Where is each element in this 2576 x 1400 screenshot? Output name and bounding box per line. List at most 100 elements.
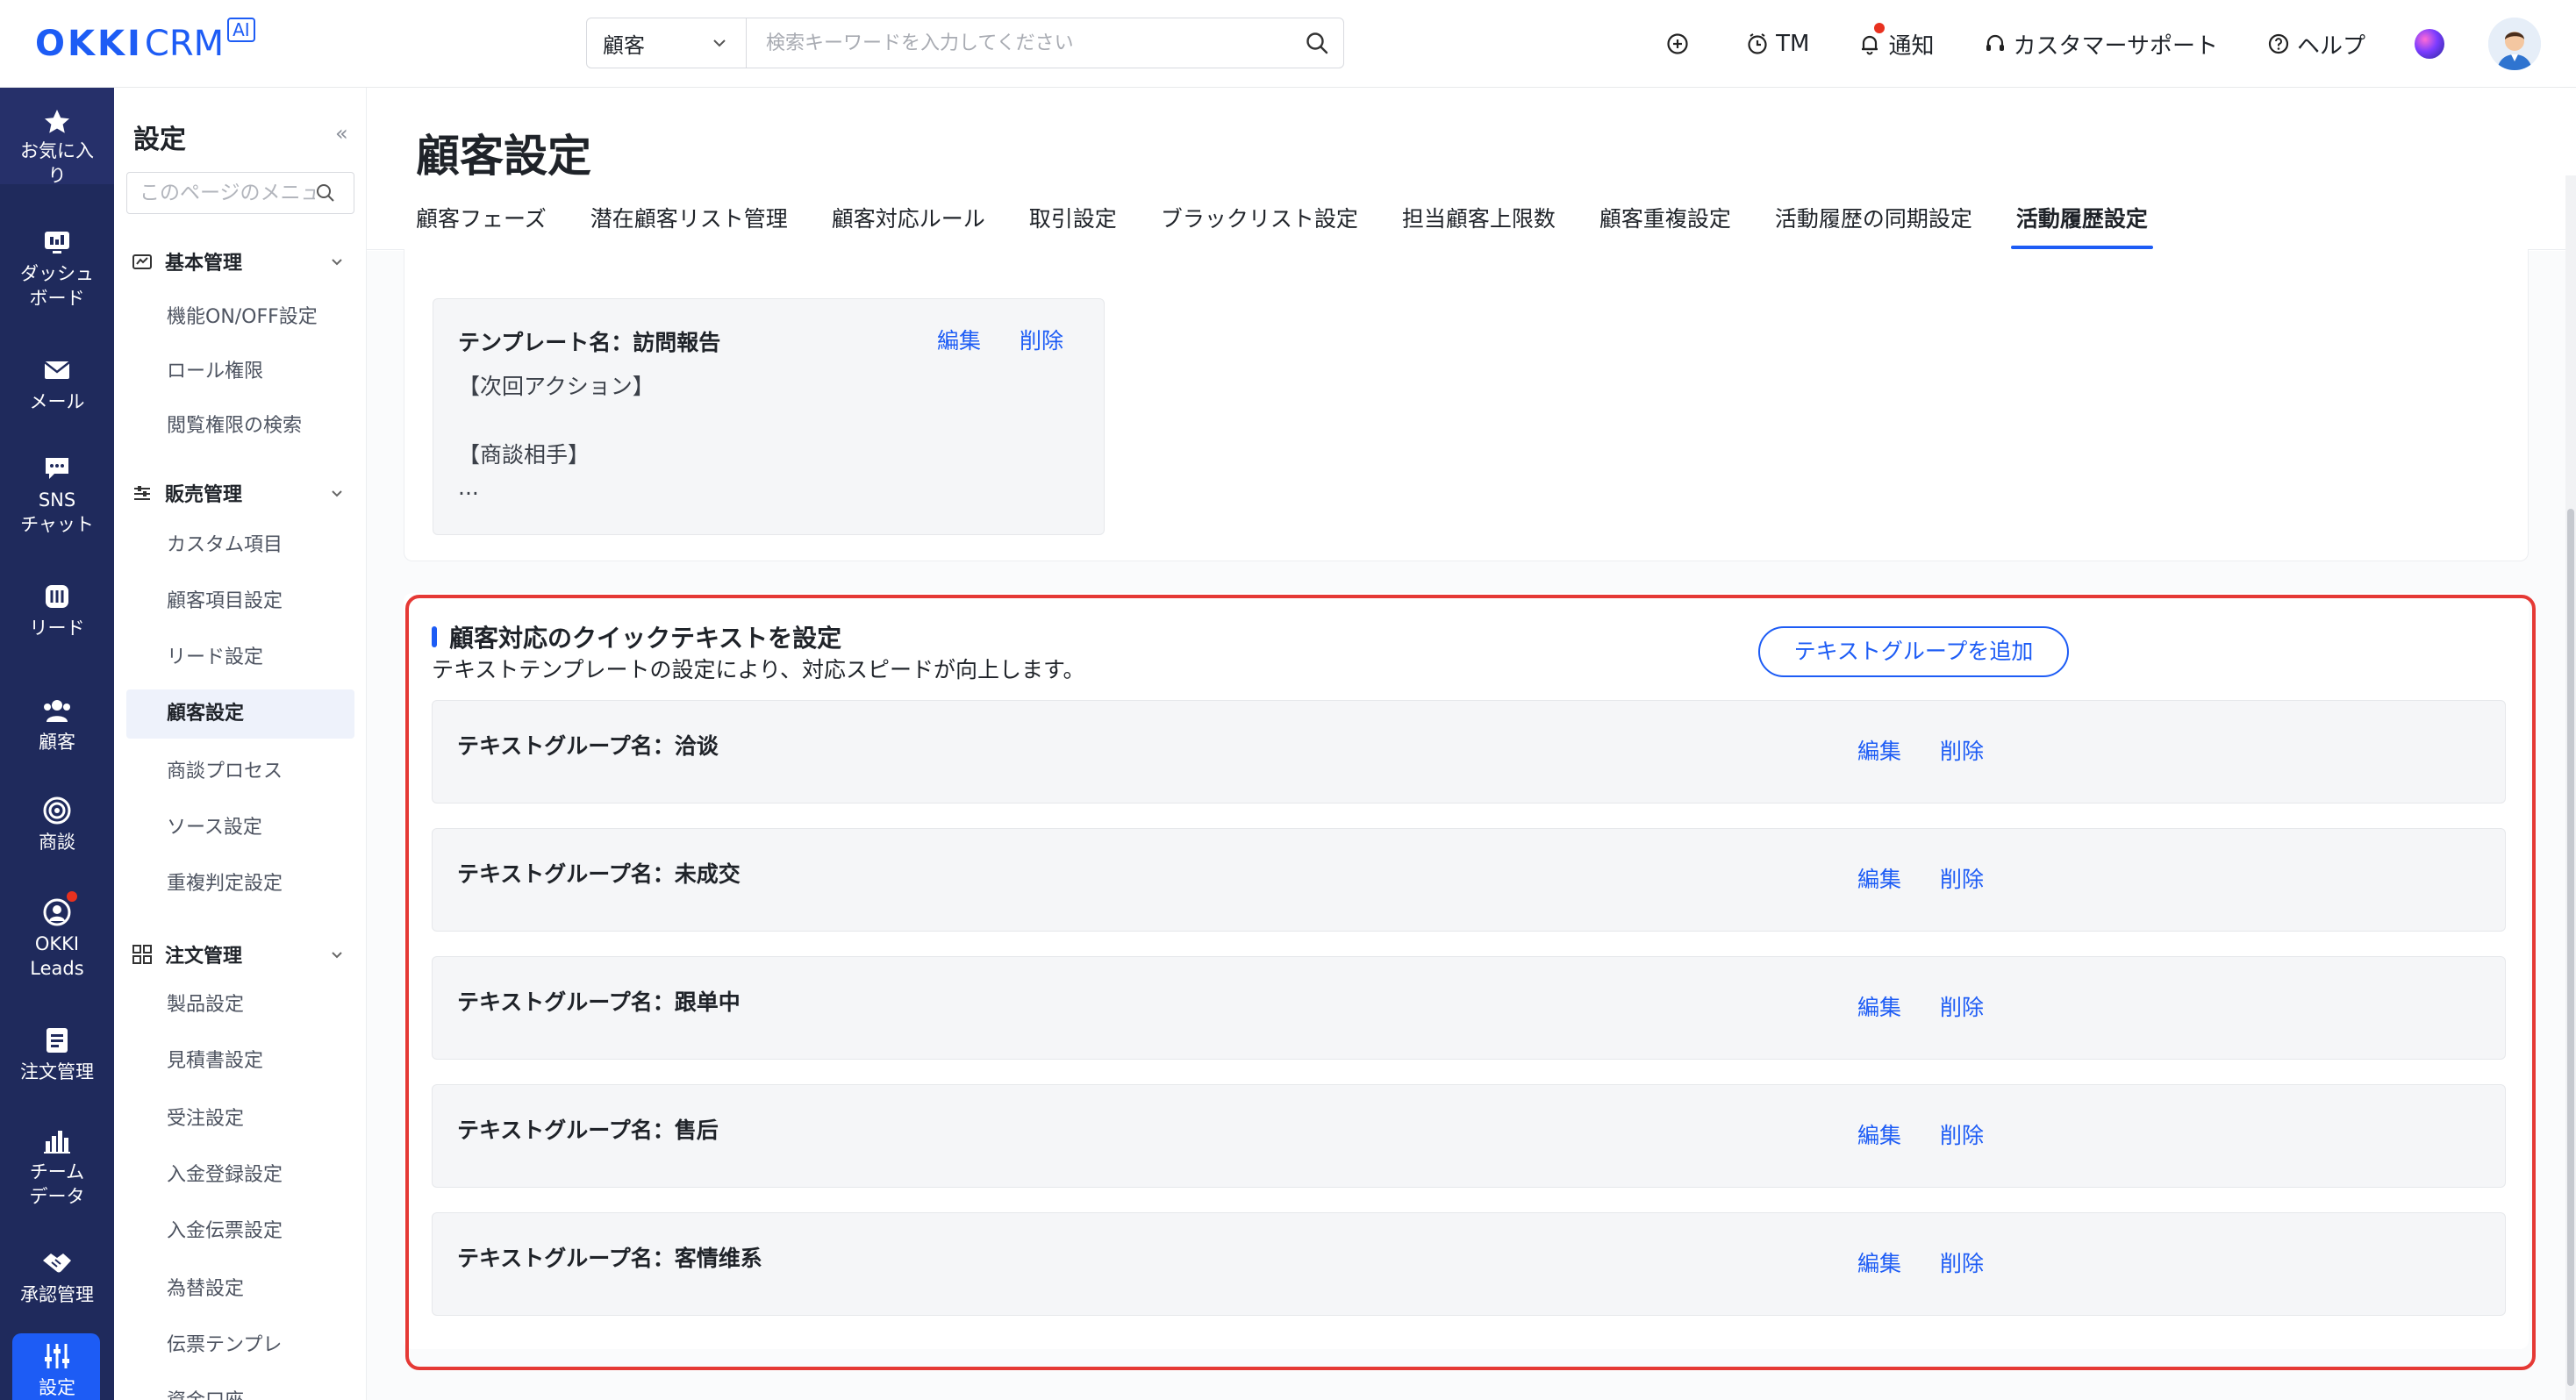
menu-item[interactable]: ソース設定	[126, 804, 354, 853]
user-avatar[interactable]	[2488, 18, 2541, 70]
menu-item[interactable]: 製品設定	[126, 981, 354, 1030]
menu-item[interactable]: 入金伝票設定	[126, 1207, 354, 1256]
quick-text-title: 顧客対応のクイックテキストを設定	[449, 624, 842, 653]
okki-leads-badge	[67, 891, 77, 902]
text-group-name: テキストグループ名：未成交	[457, 861, 741, 887]
star-icon	[45, 110, 69, 133]
menu-item[interactable]: カスタム項目	[126, 521, 354, 570]
menu-item[interactable]: ロール権限	[126, 347, 354, 396]
search-icon[interactable]	[315, 182, 336, 204]
menu-group-orders[interactable]: 注文管理	[132, 937, 353, 972]
text-group-name: テキストグループ名：客情维系	[457, 1246, 762, 1271]
customer-support-button[interactable]: カスタマーサポート	[1984, 28, 2218, 61]
search-scope-select[interactable]: 顧客	[587, 18, 747, 68]
menu-item[interactable]: 伝票テンプレ	[126, 1321, 354, 1370]
nav-dashboard[interactable]: ダッシュ ボード	[0, 225, 114, 311]
menu-item[interactable]: 機能ON/OFF設定	[126, 293, 354, 342]
text-group-edit-link[interactable]: 編集	[1857, 1246, 1901, 1278]
tab-customer-phase[interactable]: 顧客フェーズ	[416, 202, 547, 249]
text-group-row: テキストグループ名：跟单中 編集 削除	[432, 956, 2506, 1060]
menu-item[interactable]: 商談プロセス	[126, 747, 354, 796]
add-button[interactable]	[1665, 32, 1697, 56]
menu-item[interactable]: 重複判定設定	[126, 860, 354, 909]
menu-item[interactable]: 受注設定	[126, 1095, 354, 1144]
search-icon[interactable]	[1291, 31, 1343, 55]
template-edit-link[interactable]: 編集	[937, 324, 981, 355]
menu-group-label: 基本管理	[165, 253, 243, 275]
nav-label: 注文管理	[20, 1061, 94, 1082]
nav-order-management[interactable]: 注文管理	[0, 1023, 114, 1084]
notification-button[interactable]: 通知	[1858, 22, 1935, 61]
menu-item[interactable]: 閲覧権限の検索	[126, 402, 354, 451]
menu-item[interactable]: 入金登録設定	[126, 1151, 354, 1200]
settings-content: テンプレート名：訪問報告 編集 削除 【次回アクション】 【商談相手】 ... …	[367, 249, 2576, 1400]
okki-crm-logo[interactable]: OKKI CRM AI	[35, 18, 255, 67]
page-title: 顧客設定	[416, 131, 591, 182]
menu-group-label: 注文管理	[165, 946, 243, 968]
menu-item[interactable]: 資金口座	[126, 1377, 354, 1400]
tab-activity-sync[interactable]: 活動履歴の同期設定	[1775, 202, 1972, 249]
tab-duplicate[interactable]: 顧客重複設定	[1599, 202, 1731, 249]
app-nav-rail: お気に入 り ダッシュ ボード メール SNS チャット リード 顧客 商談 O…	[0, 88, 114, 1400]
menu-group-sales[interactable]: 販売管理	[132, 475, 353, 511]
text-group-delete-link[interactable]: 削除	[1940, 1118, 1984, 1150]
nav-mail[interactable]: メール	[0, 353, 114, 414]
nav-favorites[interactable]: お気に入 り	[0, 88, 114, 186]
text-group-delete-link[interactable]: 削除	[1940, 862, 1984, 894]
search-input[interactable]	[747, 18, 1291, 68]
nav-team-data[interactable]: チーム データ	[0, 1123, 114, 1209]
help-label: ヘルプ	[2296, 32, 2365, 60]
template-line: 【次回アクション】	[458, 374, 655, 399]
help-circle-icon	[2268, 33, 2289, 54]
bell-icon	[1862, 35, 1878, 55]
menu-item[interactable]: 顧客項目設定	[126, 577, 354, 626]
text-group-edit-link[interactable]: 編集	[1857, 1118, 1901, 1150]
main-scrollbar[interactable]	[2565, 175, 2576, 1400]
order-management-icon	[132, 945, 152, 964]
menu-group-basic[interactable]: 基本管理	[132, 244, 353, 279]
tab-customer-limit[interactable]: 担当顧客上限数	[1402, 202, 1556, 249]
text-group-edit-link[interactable]: 編集	[1857, 990, 1901, 1022]
menu-item-active[interactable]: 顧客設定	[126, 689, 354, 739]
text-group-delete-link[interactable]: 削除	[1940, 1246, 1984, 1278]
menu-search-input[interactable]	[140, 182, 315, 204]
nav-customers[interactable]: 顧客	[0, 693, 114, 754]
template-name: テンプレート名：訪問報告	[458, 330, 721, 355]
menu-item[interactable]: リード設定	[126, 633, 354, 682]
tab-activity-history[interactable]: 活動履歴設定	[2010, 202, 2153, 249]
help-button[interactable]: ヘルプ	[2267, 28, 2365, 61]
tab-customer-rules[interactable]: 顧客対応ルール	[832, 202, 985, 249]
text-group-row: テキストグループ名：售后 編集 削除	[432, 1084, 2506, 1188]
nav-okki-leads[interactable]: OKKI Leads	[0, 891, 114, 981]
text-group-edit-link[interactable]: 編集	[1857, 862, 1901, 894]
nav-deals[interactable]: 商談	[0, 793, 114, 854]
tab-blacklist[interactable]: ブラックリスト設定	[1161, 202, 1358, 249]
ai-assistant-orb-icon[interactable]	[2415, 29, 2444, 59]
template-delete-link[interactable]: 削除	[1020, 324, 1063, 355]
top-bar: OKKI CRM AI 顧客 TM 通知 カスタマーサポート	[0, 0, 2576, 88]
tab-prospect-list[interactable]: 潜在顧客リスト管理	[590, 202, 788, 249]
add-text-group-button[interactable]: テキストグループを追加	[1758, 626, 2069, 677]
collapse-sidebar-icon[interactable]: «	[335, 121, 348, 146]
scrollbar-thumb[interactable]	[2567, 509, 2574, 1386]
settings-sidebar-title: 設定	[133, 125, 186, 155]
nav-label: SNS	[38, 489, 76, 511]
menu-item[interactable]: 見積書設定	[126, 1037, 354, 1086]
nav-settings[interactable]: 設定	[0, 1333, 114, 1400]
nav-label: チャット	[20, 514, 94, 535]
nav-sns-chat[interactable]: SNS チャット	[0, 451, 114, 537]
chat-icon	[46, 458, 68, 479]
menu-item[interactable]: 為替設定	[126, 1265, 354, 1314]
settings-tabs: 顧客フェーズ 潜在顧客リスト管理 顧客対応ルール 取引設定 ブラックリスト設定 …	[416, 202, 2192, 249]
tab-transaction[interactable]: 取引設定	[1029, 202, 1117, 249]
text-group-delete-link[interactable]: 削除	[1940, 734, 1984, 766]
template-line: 【商談相手】	[458, 442, 590, 468]
text-group-edit-link[interactable]: 編集	[1857, 734, 1901, 766]
tm-button[interactable]: TM	[1746, 31, 1809, 57]
lead-icon	[46, 585, 68, 608]
nav-leads[interactable]: リード	[0, 579, 114, 640]
basic-management-icon	[132, 254, 152, 269]
nav-label: OKKI	[34, 933, 80, 954]
nav-approval[interactable]: 承認管理	[0, 1246, 114, 1307]
text-group-delete-link[interactable]: 削除	[1940, 990, 1984, 1022]
